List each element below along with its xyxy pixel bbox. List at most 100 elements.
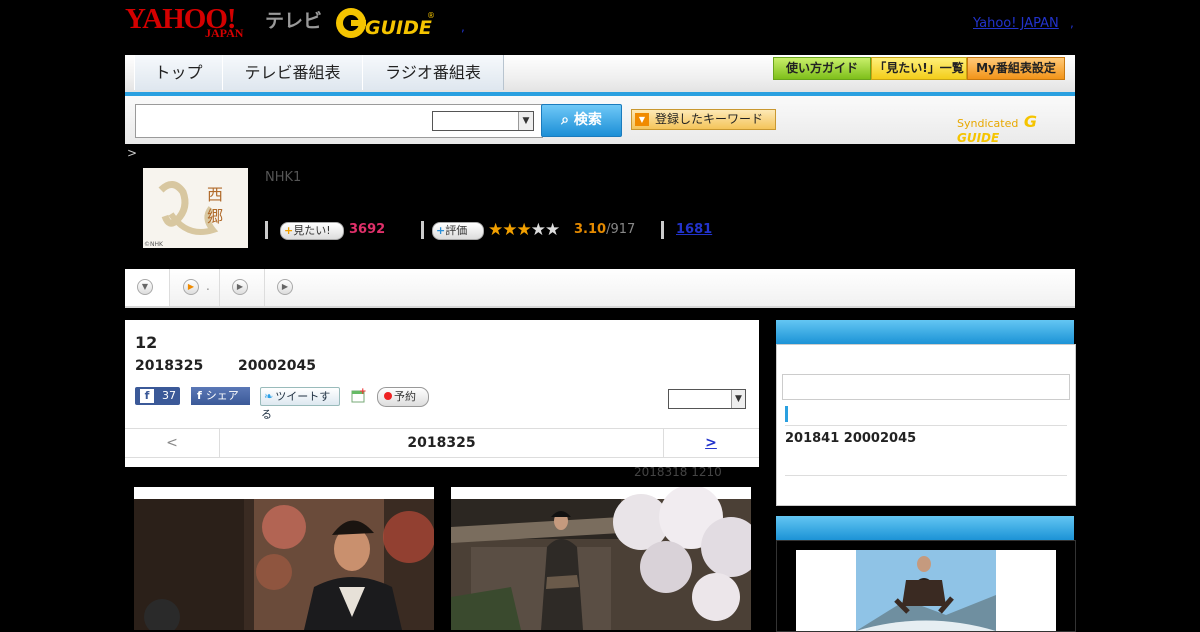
yahoo-japan-link[interactable]: Yahoo! JAPAN <box>973 16 1059 31</box>
prev-button[interactable]: < <box>125 429 220 457</box>
gguide-small-text: GUIDE <box>957 131 1000 145</box>
divider <box>661 221 664 239</box>
tab-top[interactable]: トップ <box>134 55 223 90</box>
gguide-mark: G <box>1023 112 1037 131</box>
episode-panel: 12 2018325 20002045 f 37 f シェア ❧ ツイートする + 予… <box>125 320 759 467</box>
section-marker <box>785 406 788 422</box>
divider <box>265 221 268 239</box>
star-empty-icon: ★ <box>545 220 560 240</box>
gguide-logo[interactable]: GUIDE ® <box>335 6 435 45</box>
divider <box>785 475 1067 476</box>
date-navigation: < 2018325 > <box>125 428 759 458</box>
divider <box>421 221 424 239</box>
updated-timestamp: 2018318 1210 <box>634 465 722 479</box>
chevron-down-icon: ▼ <box>137 279 153 295</box>
channel-name: NHK1 <box>265 170 302 185</box>
next-broadcast-time: 201841 20002045 <box>785 431 917 446</box>
thumb-credit: ©NHK <box>144 241 164 248</box>
search-icon: ⌕ <box>561 112 569 128</box>
search-button[interactable]: ⌕ 検索 <box>541 104 622 137</box>
tab-1[interactable]: ▼ <box>125 269 170 306</box>
sidebar-banner-box <box>776 540 1076 632</box>
reserve-button[interactable]: 予約 <box>377 387 429 407</box>
gguide-text: GUIDE <box>365 17 432 39</box>
program-thumbnail[interactable]: 西 郷 ©NHK <box>143 168 248 248</box>
thumb-char-2: 郷 <box>207 207 223 226</box>
episode-photo-1[interactable] <box>134 487 434 630</box>
rating-value: 3.10 <box>574 222 607 237</box>
play-icon: ▶ <box>232 279 248 295</box>
nav-date: 2018325 <box>407 435 476 451</box>
tab-2[interactable]: ▶ . <box>170 269 220 306</box>
sidebar-header-1 <box>776 320 1074 344</box>
program-tabbar: ▼ ▶ . ▶ ▶ <box>125 269 1075 308</box>
episode-time: 20002045 <box>238 358 316 374</box>
episode-number: 12 <box>135 333 158 352</box>
review-count-link[interactable]: 1681 <box>676 220 712 240</box>
record-icon <box>384 392 392 400</box>
want-button[interactable]: +見たい! <box>280 222 344 240</box>
tab-4[interactable]: ▶ <box>265 269 309 306</box>
plus-icon: + <box>436 224 446 237</box>
facebook-icon: f <box>197 389 202 402</box>
rating-stars: ★★★★★ <box>488 220 560 240</box>
search-button-label: 検索 <box>573 112 602 128</box>
yahoo-japan-logo-sub: JAPAN <box>205 26 244 40</box>
rating-count: /917 <box>606 222 636 237</box>
facebook-like-button[interactable]: f 37 <box>135 387 180 405</box>
facebook-icon: f <box>140 389 154 403</box>
episode-photo-2[interactable] <box>451 487 751 630</box>
reserve-label: 予約 <box>394 390 416 403</box>
want-count: 3692 <box>349 222 386 237</box>
star-icon: ★ <box>488 220 503 240</box>
rate-label: 評価 <box>445 224 468 237</box>
sidebar-banner[interactable] <box>796 550 1056 631</box>
saved-keywords-label: 登録したキーワード <box>655 112 764 126</box>
plus-icon: + <box>284 224 294 237</box>
play-icon: ▶ <box>277 279 293 295</box>
share-label: シェア <box>205 389 239 402</box>
tab-2-label: . <box>206 279 210 293</box>
svg-text:®: ® <box>427 11 435 20</box>
rate-button[interactable]: +評価 <box>432 222 484 240</box>
search-category-select[interactable]: ▼ <box>432 111 534 131</box>
tab-radio-listings[interactable]: ラジオ番組表 <box>362 55 504 90</box>
sidebar-box-field <box>782 374 1070 400</box>
thumb-char-1: 西 <box>207 185 223 204</box>
next-button[interactable]: > <box>663 429 758 457</box>
add-calendar-icon[interactable]: + <box>351 387 367 403</box>
dropdown-icon: ▼ <box>635 113 649 126</box>
syndicated-gguide: Syndicated G GUIDE <box>957 112 1075 145</box>
facebook-share-button[interactable]: f シェア <box>191 387 250 405</box>
chevron-down-icon: ▼ <box>731 390 745 408</box>
twitter-bird-icon: ❧ <box>264 390 274 403</box>
sidebar-header-2 <box>776 516 1074 540</box>
header-separator-right: , <box>1070 16 1074 30</box>
star-icon: ★ <box>516 220 532 240</box>
star-icon: ★ <box>502 220 517 240</box>
episode-select[interactable]: ▼ <box>668 389 746 409</box>
header-separator: , <box>461 20 465 34</box>
saved-keywords-button[interactable]: ▼ 登録したキーワード <box>631 109 776 130</box>
want-list-button[interactable]: 「見たい!」一覧 <box>871 57 967 80</box>
global-nav: トップ テレビ番組表 ラジオ番組表 使い方ガイド 「見たい!」一覧 My番組表設… <box>125 55 1075 96</box>
breadcrumb: > <box>127 146 138 160</box>
tweet-button[interactable]: ❧ ツイートする <box>260 387 340 421</box>
rating-summary: 3.10/917 <box>574 220 635 240</box>
svg-text:+: + <box>359 388 366 397</box>
episode-date: 2018325 <box>135 358 204 374</box>
usage-guide-button[interactable]: 使い方ガイド <box>773 57 871 80</box>
my-listings-button[interactable]: My番組表設定 <box>967 57 1065 80</box>
tab-tv-listings[interactable]: テレビ番組表 <box>222 55 363 90</box>
tab-3[interactable]: ▶ <box>220 269 265 306</box>
star-empty-icon: ★ <box>530 220 546 240</box>
chevron-down-icon: ▼ <box>518 112 533 130</box>
tv-logo[interactable]: テレビ <box>265 6 322 33</box>
like-count: 37 <box>162 389 176 402</box>
divider <box>785 425 1067 426</box>
want-label: 見たい! <box>293 224 331 237</box>
next-broadcast-box: 201841 20002045 <box>776 344 1076 506</box>
search-bar: ▼ ⌕ 検索 ▼ 登録したキーワード Syndicated G GUIDE <box>125 96 1075 145</box>
play-icon: ▶ <box>183 279 199 295</box>
syndicated-label: Syndicated <box>957 117 1019 130</box>
